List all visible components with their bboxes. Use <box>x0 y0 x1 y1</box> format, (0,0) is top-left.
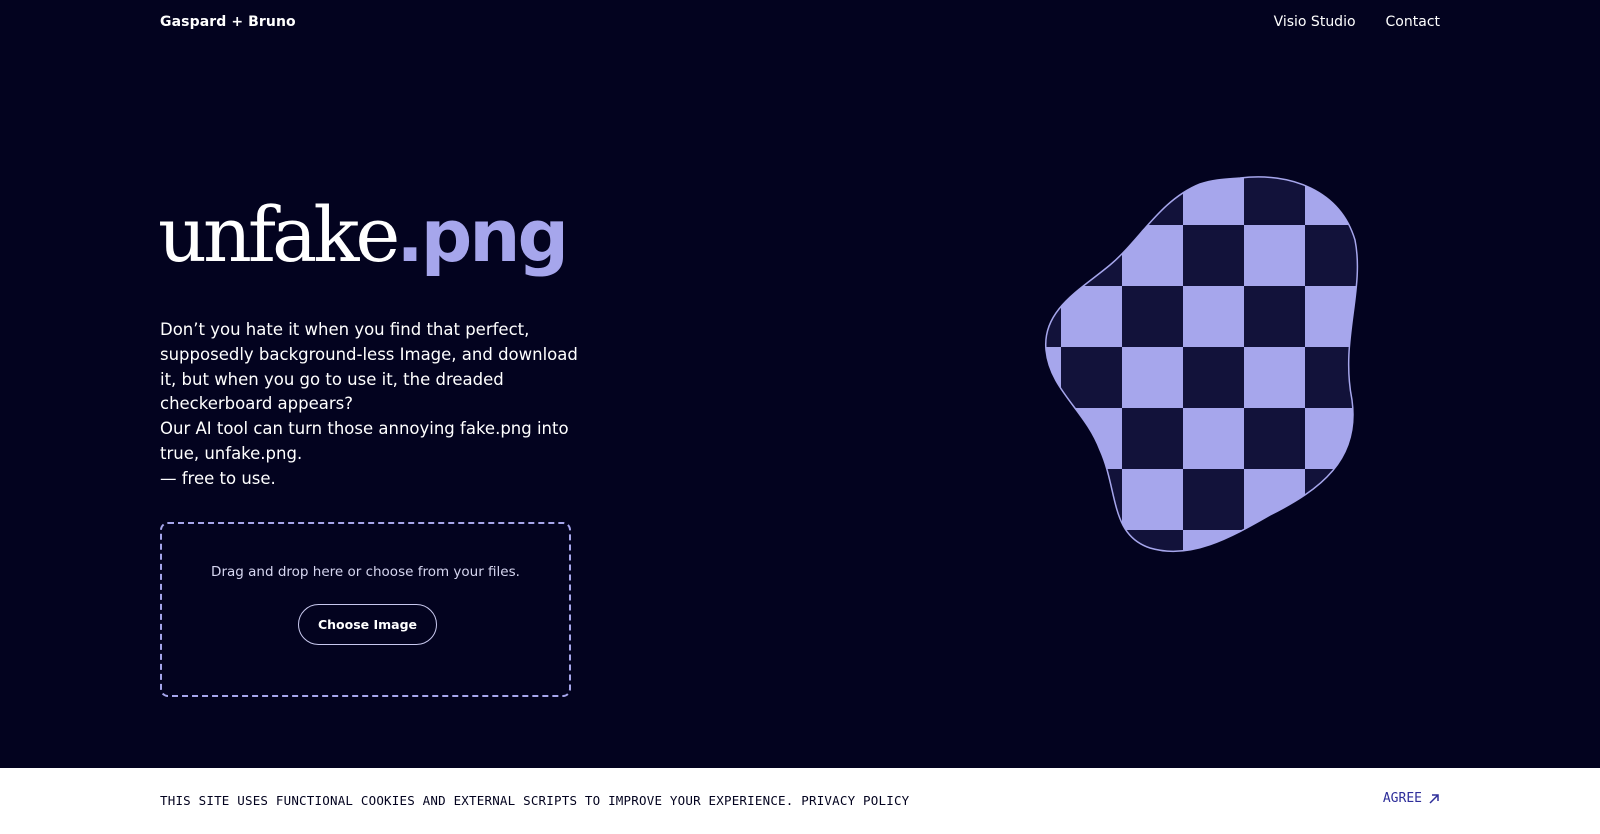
page: Gaspard + Bruno Visio Studio Contact unf… <box>0 0 1600 834</box>
brand-logo[interactable]: Gaspard + Bruno <box>160 14 296 30</box>
agree-label: AGREE <box>1382 791 1422 806</box>
cookie-message: THIS SITE USES FUNCTIONAL COOKIES AND EX… <box>160 793 909 808</box>
upload-dropzone[interactable]: Drag and drop here or choose from your f… <box>160 522 571 697</box>
choose-image-button[interactable]: Choose Image <box>298 604 437 645</box>
agree-button[interactable]: AGREE <box>1383 791 1440 806</box>
page-title: unfake .png <box>158 190 569 279</box>
nav-link-contact[interactable]: Contact <box>1386 14 1440 30</box>
description-paragraph: — free to use. <box>160 468 276 488</box>
arrow-up-right-icon <box>1429 793 1439 804</box>
cookie-banner: THIS SITE USES FUNCTIONAL COOKIES AND EX… <box>0 768 1600 834</box>
top-nav: Visio Studio Contact <box>1274 14 1440 30</box>
title-bold: .png <box>396 194 569 278</box>
description-paragraph: Don’t you hate it when you find that per… <box>160 320 578 414</box>
cookie-text: THIS SITE USES FUNCTIONAL COOKIES AND EX… <box>160 793 794 808</box>
description-paragraph: Our AI tool can turn those annoying fake… <box>160 419 569 463</box>
checkerboard-blob-illustration <box>1045 176 1359 553</box>
title-light: unfake <box>158 190 400 279</box>
privacy-policy-link[interactable]: PRIVACY POLICY <box>801 793 909 808</box>
dropzone-prompt: Drag and drop here or choose from your f… <box>211 564 520 580</box>
hero-description: Don’t you hate it when you find that per… <box>160 318 580 492</box>
nav-link-visio-studio[interactable]: Visio Studio <box>1274 14 1356 30</box>
